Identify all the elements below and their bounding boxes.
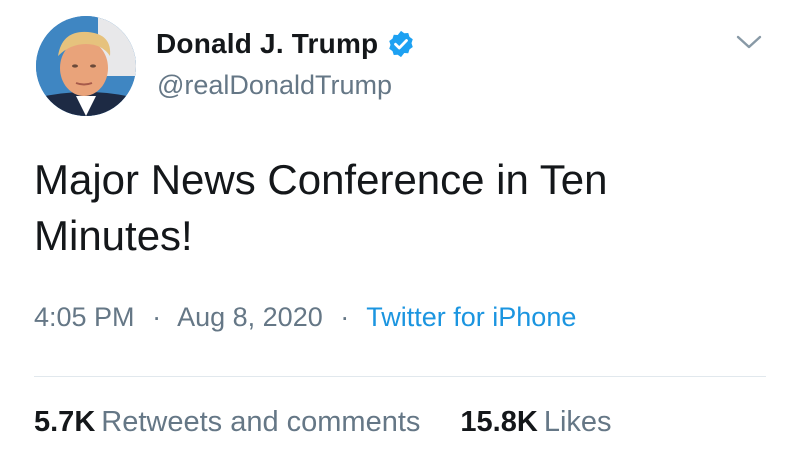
meta-separator: ·	[340, 302, 350, 332]
verified-badge-icon	[386, 29, 416, 59]
likes-label: Likes	[543, 406, 612, 438]
divider	[34, 376, 766, 377]
likes-count: 15.8K	[460, 406, 538, 438]
retweets-stat[interactable]: 5.7K Retweets and comments	[34, 406, 420, 439]
tweet-meta: 4:05 PM · Aug 8, 2020 · Twitter for iPho…	[34, 302, 576, 333]
tweet-stats: 5.7K Retweets and comments 15.8K Likes	[34, 406, 612, 439]
name-row: Donald J. Trump	[156, 26, 416, 62]
avatar-image	[36, 16, 136, 116]
tweet-card: Donald J. Trump @realDonaldTrump Major N…	[0, 0, 800, 472]
tweet-text: Major News Conference in Ten Minutes!	[34, 156, 608, 259]
chevron-down-icon[interactable]	[732, 28, 766, 56]
retweets-label: Retweets and comments	[101, 406, 421, 438]
avatar[interactable]	[36, 16, 136, 116]
retweets-count: 5.7K	[34, 406, 96, 438]
tweet-source-link[interactable]: Twitter for iPhone	[366, 302, 576, 332]
user-handle[interactable]: @realDonaldTrump	[157, 70, 392, 101]
tweet-date[interactable]: Aug 8, 2020	[177, 302, 323, 332]
meta-separator: ·	[152, 302, 162, 332]
display-name[interactable]: Donald J. Trump	[156, 28, 378, 60]
likes-stat[interactable]: 15.8K Likes	[460, 406, 611, 439]
tweet-time[interactable]: 4:05 PM	[34, 302, 135, 332]
